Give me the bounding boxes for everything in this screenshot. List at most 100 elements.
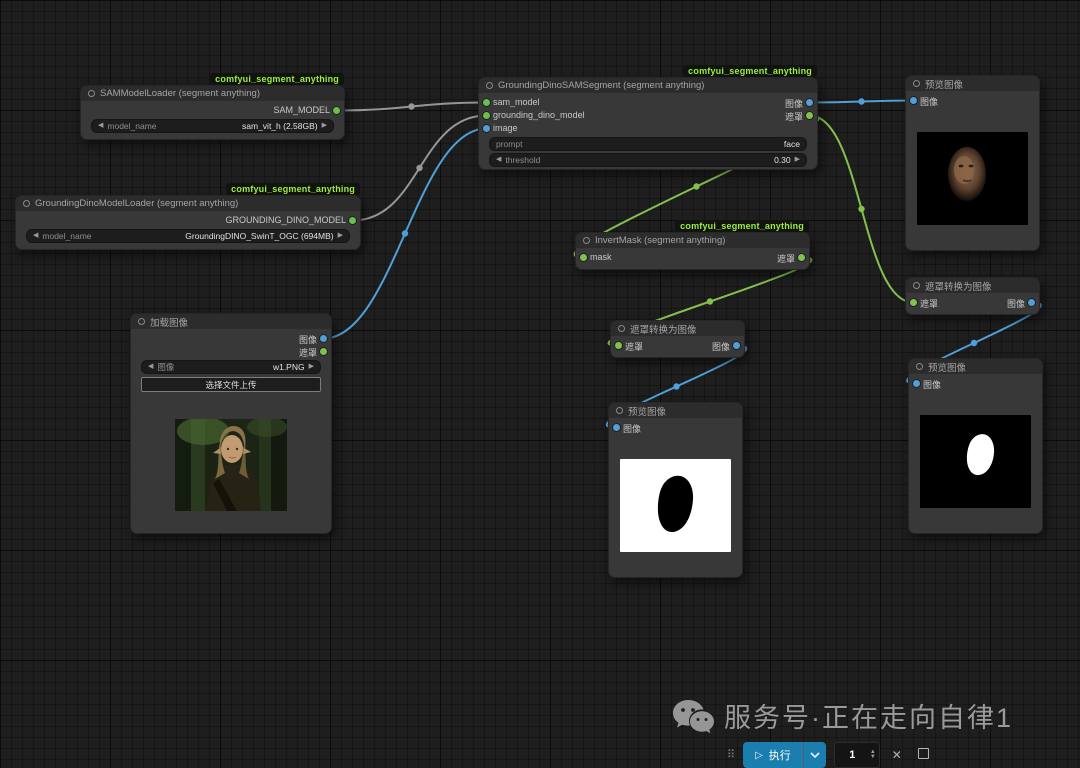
node-header[interactable]: 加载图像 [131,314,331,329]
widget-value: face [784,139,800,149]
stop-square-icon [918,748,929,759]
input-label: grounding_dino_model [493,110,585,120]
link-midpoint-dot [858,206,864,212]
output-port-image[interactable] [806,99,813,106]
input-port-grounding-dino-model[interactable] [483,112,490,119]
combo-right-arrow-icon[interactable]: ▶ [309,361,314,373]
input-port-mask[interactable] [615,342,622,349]
combo-left-arrow-icon[interactable]: ◀ [33,230,38,242]
stepper-down-icon[interactable]: ▼ [870,755,876,760]
combo-right-arrow-icon[interactable]: ▶ [338,230,343,242]
widget-label: threshold [505,155,540,165]
upload-file-button[interactable]: 选择文件上传 [141,377,321,392]
node-sam-model-loader[interactable]: comfyui_segment_anything SAMModelLoader … [80,85,345,140]
output-port-mask[interactable] [798,254,805,261]
widget-label: model_name [107,121,156,131]
node-grounding-dino-sam-segment[interactable]: comfyui_segment_anything GroundingDinoSA… [478,77,818,170]
output-port-grounding-dino-model[interactable] [349,217,356,224]
slot-row: mask 遮罩 [576,251,809,264]
collapse-dot-icon[interactable] [138,318,145,325]
collapse-dot-icon[interactable] [913,282,920,289]
run-options-chevron-icon[interactable] [804,742,826,768]
slot-row: GROUNDING_DINO_MODEL [16,214,360,227]
widget-label: 图像 [157,361,174,373]
node-header[interactable]: InvertMask (segment anything) [576,233,809,248]
node-invert-mask[interactable]: comfyui_segment_anything InvertMask (seg… [575,232,810,270]
collapse-dot-icon[interactable] [88,90,95,97]
preview-image-face-on-black [917,132,1028,225]
combo-left-arrow-icon[interactable]: ◀ [148,361,153,373]
output-port-image[interactable] [1028,299,1035,306]
input-port-image[interactable] [913,380,920,387]
node-preview-image-top-right[interactable]: 预览图像 图像 [905,75,1040,251]
stepper-left-arrow-icon[interactable]: ◀ [496,154,501,166]
toolbar-drag-handle-icon[interactable]: ⠿ [727,742,735,768]
node-header[interactable]: 预览图像 [906,76,1039,91]
combo-left-arrow-icon[interactable]: ◀ [98,120,103,132]
input-port-mask[interactable] [910,299,917,306]
preview-image-mask-white-on-black [920,415,1031,508]
input-port-image[interactable] [613,424,620,431]
stepper-right-arrow-icon[interactable]: ▶ [795,154,800,166]
link-midpoint-dot [971,340,977,346]
watermark: 服务号·正在走向自律1 [672,696,1013,735]
model-name-combo[interactable]: ◀ model_name GroundingDINO_SwinT_OGC (69… [26,229,350,243]
output-label: 图像 [1007,297,1025,310]
node-grounding-dino-loader[interactable]: comfyui_segment_anything GroundingDinoMo… [15,195,361,250]
combo-right-arrow-icon[interactable]: ▶ [322,120,327,132]
clear-queue-button[interactable]: ✕ [888,748,906,762]
input-port-image[interactable] [483,125,490,132]
collapse-dot-icon[interactable] [486,82,493,89]
node-header[interactable]: 遮罩转换为图像 [906,278,1039,293]
node-header[interactable]: SAMModelLoader (segment anything) [81,86,344,101]
slot-row: 图像 [131,332,331,345]
collapse-dot-icon[interactable] [23,200,30,207]
node-graph-canvas[interactable]: comfyui_segment_anything SAMModelLoader … [0,0,1080,768]
input-port-mask[interactable] [580,254,587,261]
node-header[interactable]: 预览图像 [909,359,1042,374]
node-header[interactable]: GroundingDinoModelLoader (segment anythi… [16,196,360,211]
input-label: 图像 [920,95,938,108]
input-port-sam-model[interactable] [483,99,490,106]
output-label: 遮罩 [299,346,317,359]
output-port-mask[interactable] [320,348,327,355]
link-midpoint-dot [416,165,422,171]
slot-row: 图像 [909,377,1042,390]
node-mask-to-image-right[interactable]: 遮罩转换为图像 遮罩 图像 [905,277,1040,315]
node-preview-image-bottom-right[interactable]: 预览图像 图像 [908,358,1043,534]
input-port-image[interactable] [910,97,917,104]
run-button[interactable]: ▷ 执行 [743,742,803,768]
node-mask-to-image-middle[interactable]: 遮罩转换为图像 遮罩 图像 [610,320,745,358]
output-port-image[interactable] [320,335,327,342]
model-name-combo[interactable]: ◀ model_name sam_vit_h (2.58GB) ▶ [91,119,334,133]
slot-row: sam_model 图像 [479,96,817,109]
node-header[interactable]: 遮罩转换为图像 [611,321,744,336]
collapse-dot-icon[interactable] [618,325,625,332]
image-preview-area [131,395,331,535]
slot-row: SAM_MODEL [81,104,344,117]
slot-row: 遮罩 图像 [906,296,1039,309]
collapse-dot-icon[interactable] [616,407,623,414]
collapse-dot-icon[interactable] [913,80,920,87]
prompt-text-widget[interactable]: prompt face [489,137,807,151]
node-header[interactable]: GroundingDinoSAMSegment (segment anythin… [479,78,817,93]
output-port-image[interactable] [733,342,740,349]
slot-row: image [479,122,817,135]
collapse-dot-icon[interactable] [583,237,590,244]
input-label: mask [590,252,612,262]
threshold-number-widget[interactable]: ◀ threshold 0.30 ▶ [489,153,807,167]
output-label: 遮罩 [777,252,795,265]
batch-count-stepper[interactable]: 1 ▲ ▼ [834,742,880,768]
node-header[interactable]: 预览图像 [609,403,742,418]
slot-row: grounding_dino_model 遮罩 [479,109,817,122]
collapse-dot-icon[interactable] [916,363,923,370]
node-load-image[interactable]: 加载图像 图像 遮罩 ◀ 图像 w1.PNG ▶ 选择文件上传 [130,313,332,534]
slot-row: 图像 [609,421,742,434]
stop-button[interactable] [914,748,933,762]
widget-value: w1.PNG [273,362,305,372]
output-port-mask[interactable] [806,112,813,119]
node-preview-image-middle[interactable]: 预览图像 图像 [608,402,743,578]
image-file-combo[interactable]: ◀ 图像 w1.PNG ▶ [141,360,321,374]
node-title: 遮罩转换为图像 [630,322,697,336]
output-port-sam-model[interactable] [333,107,340,114]
